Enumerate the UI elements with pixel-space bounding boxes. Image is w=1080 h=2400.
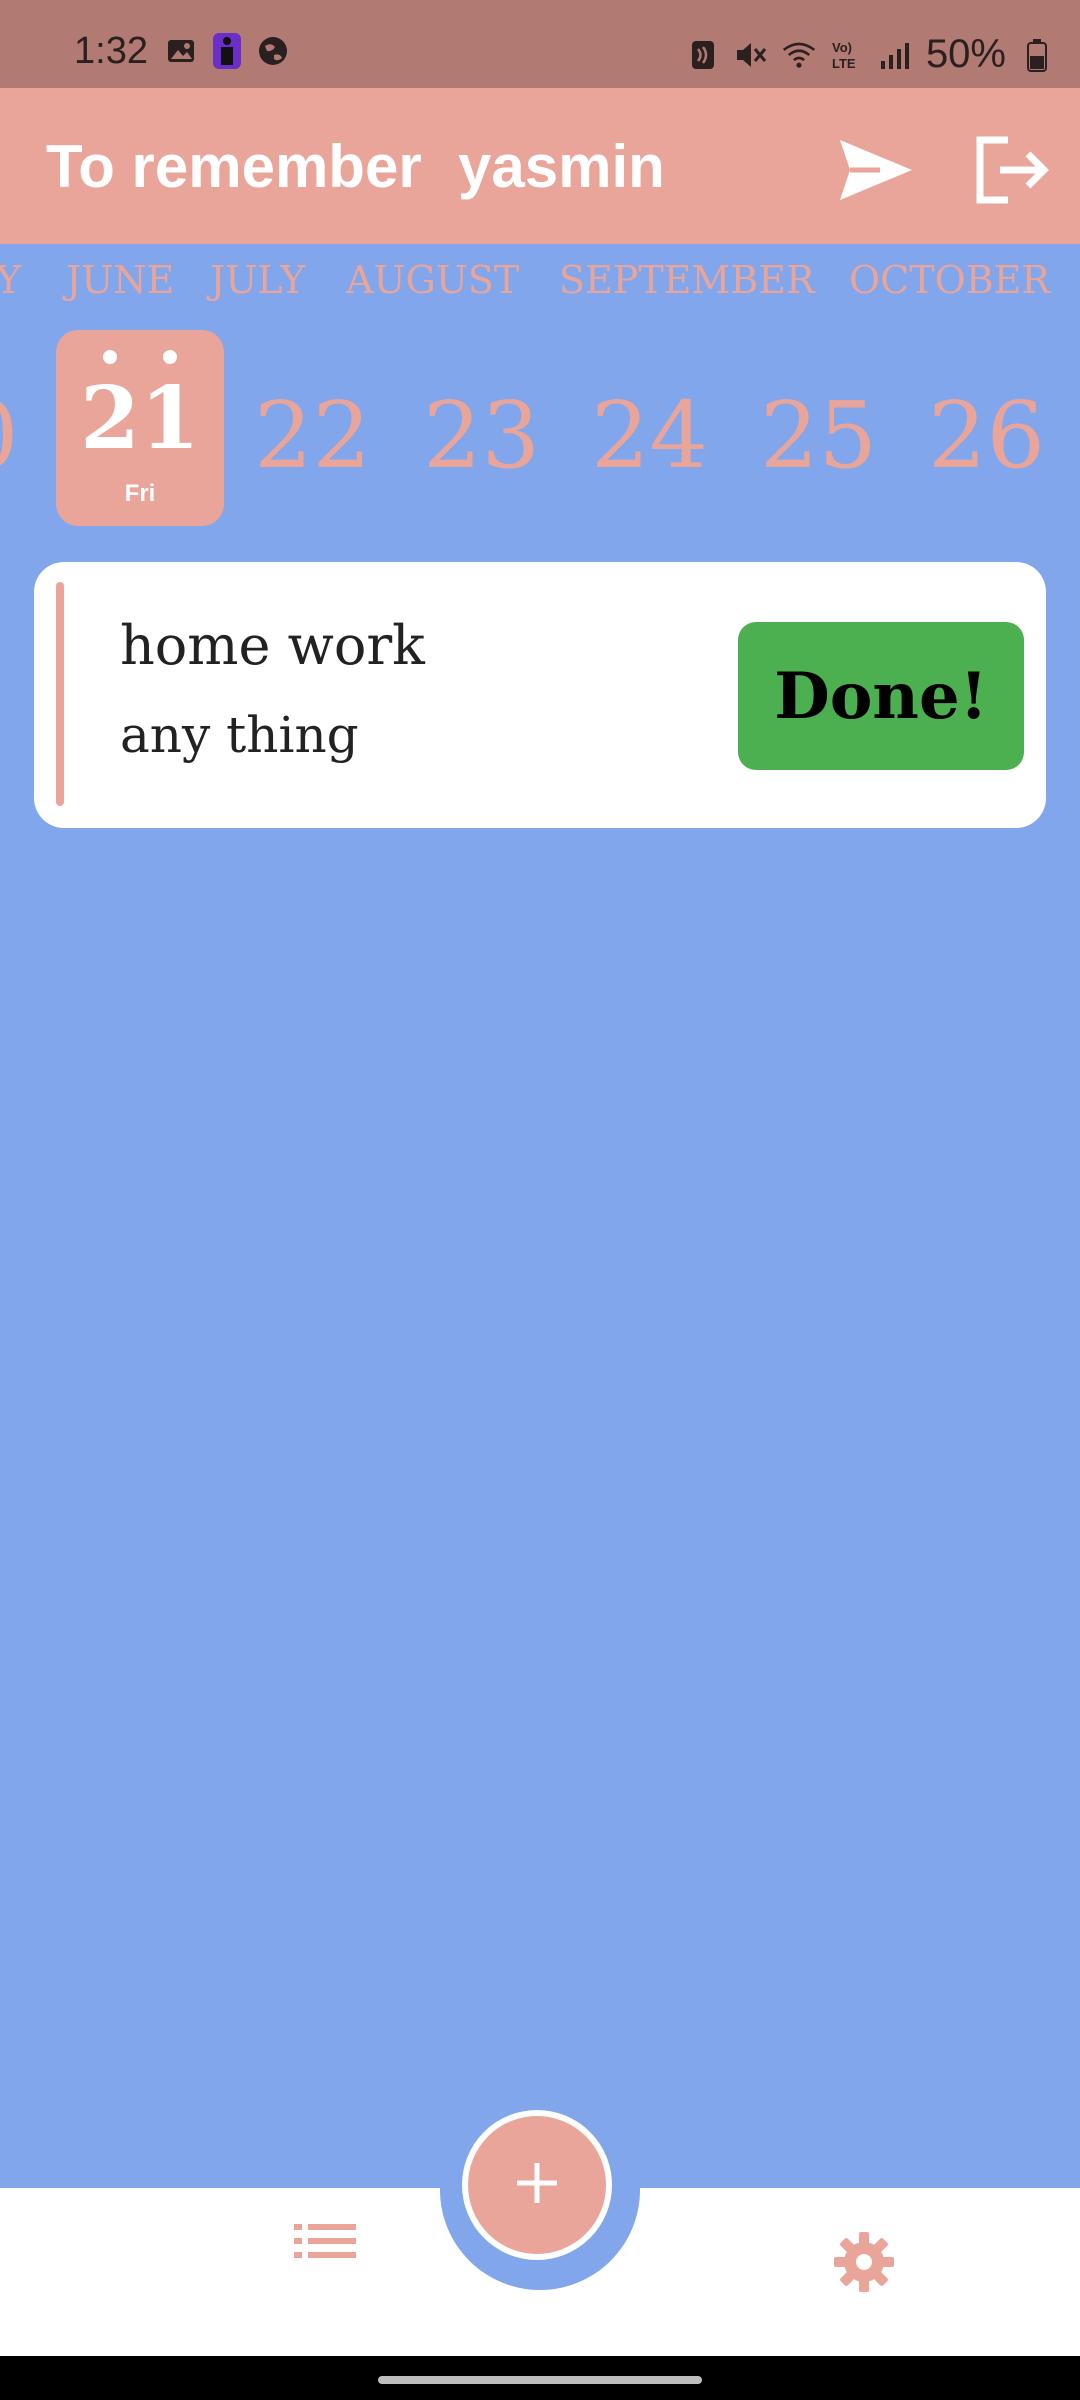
task-description: any thing — [120, 706, 359, 764]
send-button[interactable] — [836, 130, 916, 210]
battery-icon — [1020, 38, 1054, 72]
svg-text:Vo): Vo) — [832, 40, 852, 55]
day-item[interactable]: 0 — [0, 382, 19, 489]
wifi-icon — [782, 38, 816, 72]
day-dot — [163, 350, 177, 364]
status-bar: 1:32 Vo) LTE 50% — [0, 0, 1080, 88]
logout-icon — [972, 136, 1052, 214]
app-bar: To remember yasmin — [0, 88, 1080, 244]
list-button[interactable] — [290, 2216, 360, 2266]
month-item[interactable]: JUNE — [66, 258, 174, 302]
done-button[interactable]: Done! — [738, 622, 1024, 770]
plus-icon — [512, 2158, 562, 2213]
month-item[interactable]: AUGUST — [346, 258, 519, 302]
signal-icon — [878, 38, 912, 72]
day-item[interactable]: 26 — [928, 382, 1045, 489]
settings-button[interactable] — [832, 2230, 896, 2294]
day-item[interactable]: 22 — [254, 382, 371, 489]
user-name: yasmin — [458, 133, 665, 200]
day-item[interactable]: 24 — [591, 382, 708, 489]
month-item[interactable]: OCTOBER — [849, 258, 1050, 302]
task-card[interactable]: home work any thing Done! — [34, 562, 1046, 828]
nfc-icon — [686, 38, 720, 72]
task-title: home work — [120, 614, 425, 677]
month-item[interactable]: JULY — [210, 258, 305, 302]
day-dot — [103, 350, 117, 364]
logout-button[interactable] — [972, 130, 1052, 210]
list-icon — [290, 2224, 360, 2270]
status-time: 1:32 — [74, 30, 148, 72]
svg-text:LTE: LTE — [832, 56, 856, 71]
send-icon — [836, 140, 916, 214]
add-task-button[interactable] — [462, 2110, 612, 2260]
status-icons-left — [164, 33, 290, 69]
mute-icon — [734, 38, 768, 72]
globe-icon — [256, 34, 290, 68]
system-nav-bar — [0, 2356, 1080, 2400]
selected-day[interactable]: 21 Fri — [56, 330, 224, 526]
battery-percentage: 50% — [925, 32, 1006, 76]
home-indicator[interactable] — [378, 2376, 702, 2384]
task-accent-bar — [56, 582, 64, 806]
month-item[interactable]: SEPTEMBER — [559, 258, 815, 302]
selected-day-weekday: Fri — [124, 480, 156, 507]
volte-icon: Vo) LTE — [830, 38, 864, 72]
day-strip[interactable]: 0 21 Fri 22 23 24 25 26 — [0, 330, 1080, 530]
day-item[interactable]: 25 — [760, 382, 877, 489]
image-icon — [164, 34, 198, 68]
month-strip[interactable]: Y JUNE JULY AUGUST SEPTEMBER OCTOBER — [0, 258, 1080, 308]
selected-day-number: 21 — [80, 368, 200, 469]
status-icons-right: Vo) LTE 50% — [686, 32, 1054, 77]
day-item[interactable]: 23 — [423, 382, 540, 489]
figure-app-icon — [210, 33, 244, 69]
month-item[interactable]: Y — [0, 258, 21, 302]
app-title: To remember — [46, 133, 422, 200]
settings-icon — [832, 2232, 896, 2298]
